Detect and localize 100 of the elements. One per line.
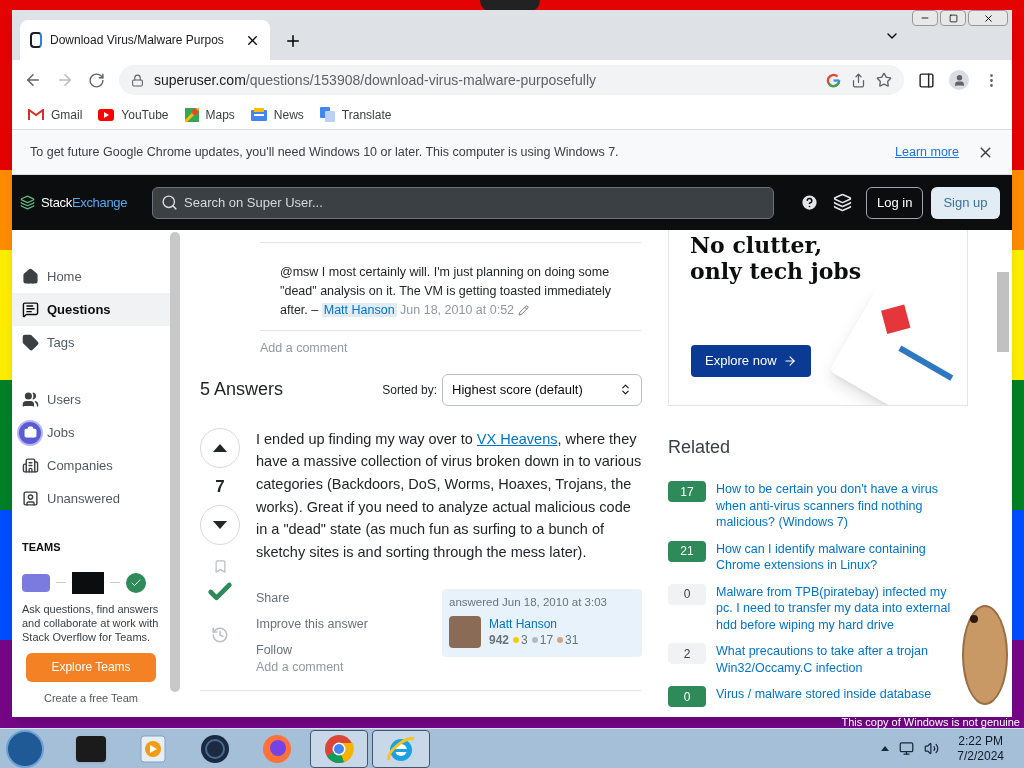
- score-badge: 21: [668, 540, 706, 562]
- site-favicon: [30, 32, 42, 48]
- badge-count: 31: [565, 631, 579, 648]
- user-name-link[interactable]: Matt Hanson: [489, 615, 579, 632]
- buildings-icon: [22, 457, 39, 474]
- related-question-link[interactable]: Virus / malware stored inside database: [716, 686, 956, 707]
- monitor-icon[interactable]: [899, 741, 915, 756]
- browser-tab[interactable]: Download Virus/Malware Purpos: [20, 20, 270, 60]
- bookmark-link[interactable]: News: [250, 105, 304, 124]
- teams-description: Ask questions, find answers and collaborate at work with Stack Overflow for Teams.: [22, 601, 160, 644]
- sidebar-item[interactable]: Tags: [12, 326, 170, 359]
- new-tab-icon[interactable]: [284, 32, 302, 50]
- create-team-link[interactable]: Create a free Team: [22, 689, 160, 706]
- lock-icon: [131, 73, 144, 87]
- teams-heading: TEAMS: [22, 540, 62, 555]
- edit-icon: [518, 305, 530, 317]
- related-question-link[interactable]: How to be certain you don't have a virus when anti-virus scanners find nothing malicious? (Windows 7): [716, 481, 956, 531]
- maximize-button[interactable]: [940, 10, 966, 26]
- bookmark-link[interactable]: Translate: [319, 105, 392, 124]
- signup-button[interactable]: Sign up: [931, 186, 1000, 219]
- arrow-icon: [782, 354, 797, 368]
- search-icon: [161, 194, 178, 211]
- reload-icon[interactable]: [88, 71, 105, 89]
- tray-arrow-icon[interactable]: [881, 746, 890, 751]
- start-button[interactable]: [6, 729, 44, 768]
- avatar-placeholder: [449, 615, 481, 648]
- genuine-notice: This copy of Windows is not genuine: [841, 715, 1020, 730]
- related-question-link[interactable]: What precautions to take after a trojan Win32/Occamy.C infection: [716, 643, 956, 676]
- answers-heading: 5 Answers: [200, 378, 285, 402]
- search-field[interactable]: Search on Super User...: [152, 186, 774, 219]
- firefox-icon[interactable]: [262, 733, 292, 764]
- site-switcher-icon[interactable]: [833, 193, 852, 212]
- clock-time[interactable]: 2:22 PM: [958, 733, 1003, 749]
- side-panel-icon[interactable]: [918, 71, 935, 89]
- related-heading: Related: [668, 436, 732, 459]
- reputation: 942: [489, 631, 510, 648]
- taskbar-button[interactable]: [372, 729, 430, 768]
- url-text: superuser.com/questions/153908/download-virus-malware-purposefully: [154, 70, 597, 90]
- address-bar[interactable]: superuser.com/questions/153908/download-virus-malware-purposefully: [119, 65, 904, 95]
- home-icon: [22, 268, 39, 285]
- answer-text: I ended up finding my way over to VX Heavens, where they have a massive collection of virus broken down in to various categories (Backdoors, DoS, Worms, Hoaxes, Trojans, the works). Great if you need to analyze actual malicious code in a "dead" state (as much fun as surfing to a bunch of sketchy sites is and sorting through the mess later).: [256, 429, 642, 562]
- chrome-icon[interactable]: [324, 733, 354, 764]
- users-icon: [22, 391, 39, 408]
- bookmark-link[interactable]: YouTube: [98, 105, 169, 124]
- mail-icon: [28, 108, 44, 121]
- stack-logo-icon[interactable]: [20, 195, 35, 210]
- star-icon[interactable]: [876, 72, 892, 88]
- select-arrows-icon: [619, 383, 632, 397]
- learn-more-link[interactable]: Learn more: [895, 142, 959, 162]
- minimize-button[interactable]: [912, 10, 938, 26]
- post-action-link[interactable]: Improve this answer: [256, 615, 442, 634]
- score-badge: 0: [668, 686, 706, 707]
- sort-select[interactable]: Highest score (default): [442, 373, 642, 406]
- post-action-link[interactable]: Share: [256, 589, 442, 609]
- up-triangle-icon: [213, 443, 227, 452]
- news-icon: [250, 108, 267, 121]
- badge-count: 3: [521, 631, 528, 648]
- vote-count: 7: [215, 475, 225, 498]
- translate-icon: [319, 107, 335, 122]
- question-icon: [22, 301, 39, 318]
- badge-count: 17: [539, 631, 554, 648]
- back-icon[interactable]: [24, 71, 42, 89]
- profile-icon[interactable]: [949, 70, 969, 90]
- clock-date[interactable]: 7/2/2024: [957, 748, 1004, 764]
- maximize-icon: [948, 13, 958, 23]
- answered-date: answered Jun 18, 2010 at 3:03: [449, 595, 608, 611]
- page-scrollbar[interactable]: [997, 272, 1009, 352]
- unanswered-icon: [22, 490, 39, 507]
- related-question-link[interactable]: How can I identify malware containing Chrome extensions in Linux?: [716, 540, 956, 574]
- sidebar-item[interactable]: Jobs: [12, 416, 170, 449]
- related-question-link[interactable]: Malware from TPB(piratebay) infected my pc. I need to transfer my data into external hdd before wiping my hard drive: [716, 583, 956, 633]
- briefcase-icon: [17, 419, 43, 446]
- sidebar-item[interactable]: Unanswered: [12, 482, 170, 515]
- sidebar-item[interactable]: Companies: [12, 449, 170, 482]
- sidebar-item[interactable]: Questions: [12, 293, 170, 326]
- globe-icon[interactable]: [200, 733, 230, 764]
- box-icon[interactable]: [76, 735, 106, 762]
- share-icon[interactable]: [851, 72, 866, 88]
- post-action-link[interactable]: Follow: [256, 640, 442, 660]
- vx-heavens-link[interactable]: VX Heavens: [476, 430, 558, 447]
- comment-author-link[interactable]: Matt Hanson: [321, 303, 397, 317]
- score-badge: 0: [668, 583, 706, 605]
- update-notice: To get future Google Chrome updates, you'll need Windows 10 or later. This computer is using Windows 7.: [30, 143, 620, 161]
- tag-icon: [22, 334, 39, 351]
- explore-now-button[interactable]: Explore now: [691, 345, 811, 377]
- login-button[interactable]: Log in: [866, 186, 924, 219]
- google-icon[interactable]: [826, 72, 841, 88]
- map-icon: [184, 107, 199, 122]
- taskbar-button[interactable]: [310, 729, 368, 768]
- sidebar-scrollbar[interactable]: [170, 232, 180, 692]
- help-icon[interactable]: [800, 193, 819, 212]
- volume-icon[interactable]: [924, 741, 940, 756]
- tab-title: Download Virus/Malware Purpos: [50, 32, 225, 49]
- comment-text: @msw I most certainly will. I'm just planning on doing some "dead" analysis on it. The VM is getting toasted immediately after. – Matt Hanson Jun 18, 2010 at 0:52: [280, 265, 612, 317]
- site-logo[interactable]: StackExchange: [41, 192, 128, 213]
- job-ad[interactable]: No clutter, only tech jobs Explore now: [668, 230, 968, 406]
- sidebar-item[interactable]: Users: [12, 383, 170, 416]
- bookmark-link[interactable]: Maps: [184, 105, 235, 124]
- bookmark-link[interactable]: Gmail: [28, 105, 83, 124]
- sidebar-item[interactable]: Home: [12, 260, 170, 293]
